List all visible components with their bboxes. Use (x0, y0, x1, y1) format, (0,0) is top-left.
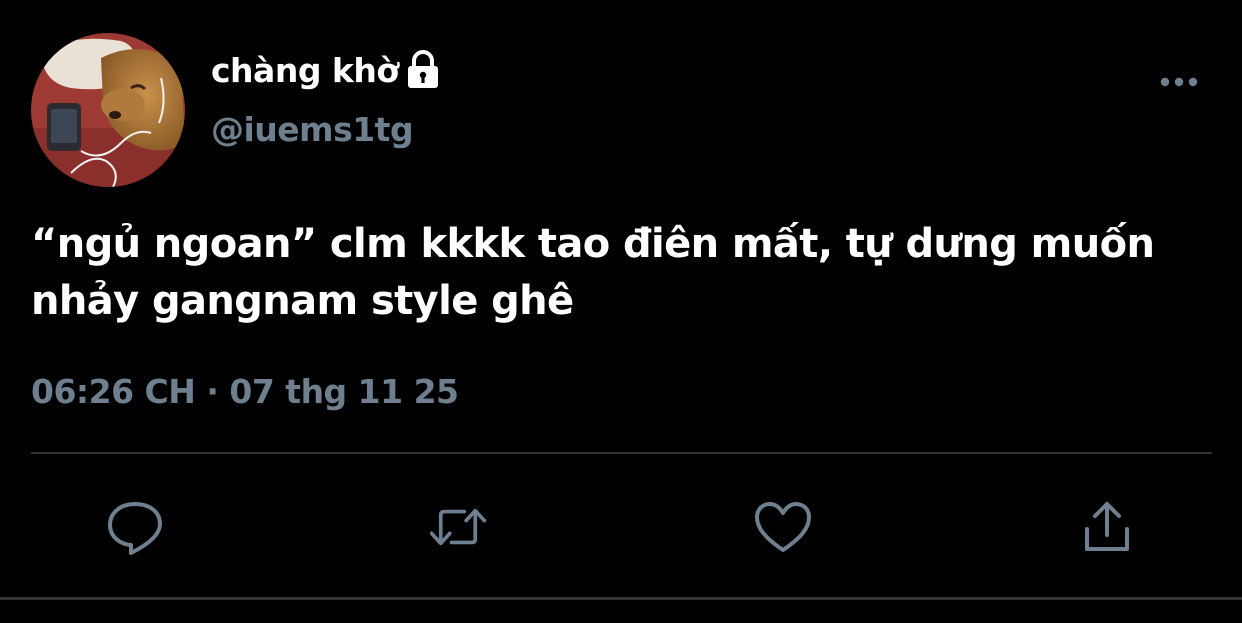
display-name-row[interactable]: chàng khờ (211, 46, 441, 94)
tweet-text: “ngủ ngoan” clm kkkk tao điên mất, tự dư… (31, 221, 1168, 324)
display-name[interactable]: chàng khờ (211, 51, 399, 90)
retweet-icon (429, 508, 487, 546)
share-icon (1085, 502, 1129, 551)
user-handle[interactable]: @iuems1tg (211, 110, 414, 149)
reply-button[interactable] (105, 497, 165, 557)
divider (31, 452, 1212, 454)
avatar-image (31, 33, 185, 187)
bottom-divider (0, 597, 1242, 600)
like-button[interactable] (753, 497, 813, 557)
avatar[interactable] (31, 33, 185, 187)
retweet-button[interactable] (428, 497, 488, 557)
share-button[interactable] (1077, 497, 1137, 557)
more-options-button[interactable] (1152, 62, 1206, 102)
reply-icon (108, 502, 162, 555)
lock-icon (405, 50, 441, 90)
more-options-icon (1160, 77, 1198, 87)
heart-icon (755, 502, 811, 552)
tweet-timestamp[interactable]: 06:26 CH · 07 thg 11 25 (31, 372, 459, 411)
